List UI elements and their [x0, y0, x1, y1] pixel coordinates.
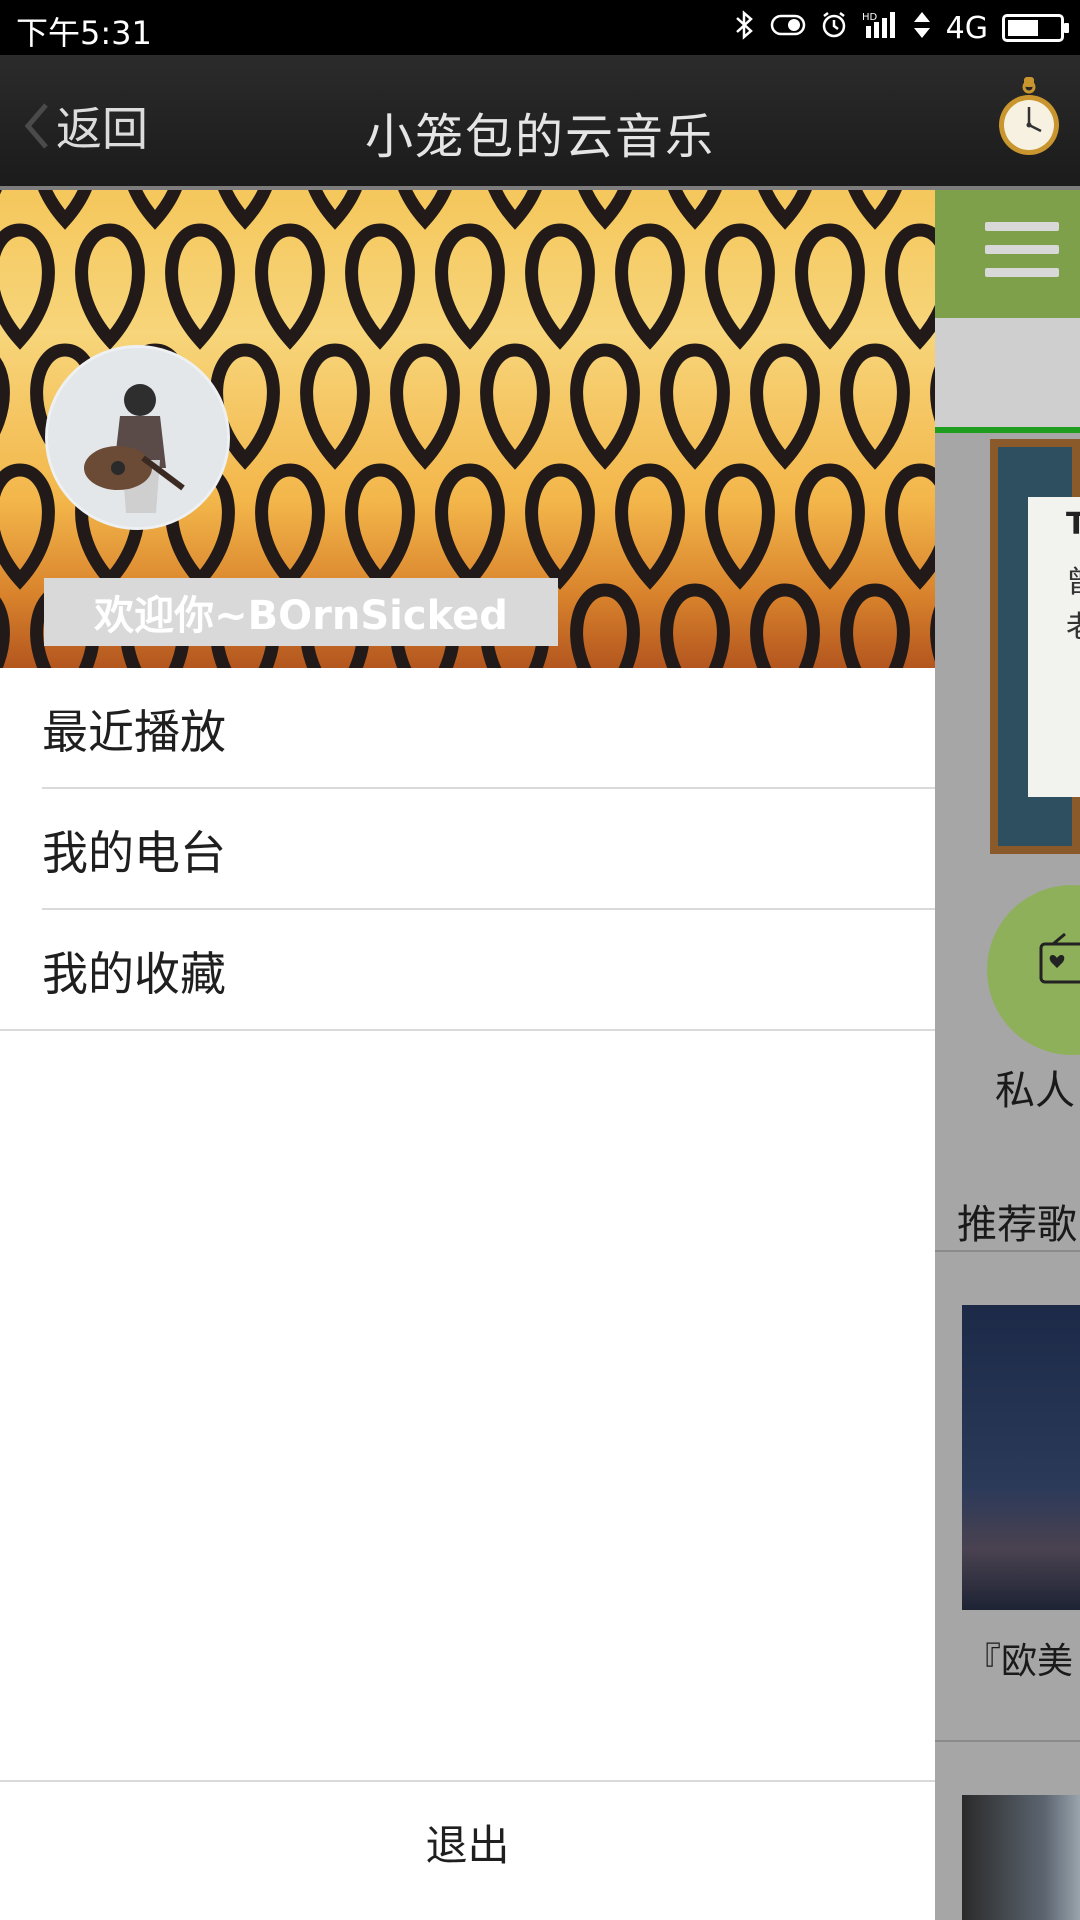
menu-item-my-favorites[interactable]: 我的收藏	[0, 910, 935, 1031]
status-bar: 下午5:31 HD 4G	[0, 0, 1080, 55]
page-title: 小笼包的云音乐	[364, 109, 715, 165]
section-title: 推荐歌	[957, 1202, 1077, 1248]
drawer-header-image: 欢迎你~BOrnSicked	[0, 190, 935, 668]
app-bar: 返回 小笼包的云音乐	[0, 55, 1080, 190]
divider	[935, 1740, 1080, 1742]
banner-text: T	[1066, 507, 1080, 542]
banner-text: 曾	[1066, 557, 1080, 601]
menu-item-my-radio[interactable]: 我的电台	[0, 789, 935, 910]
alarm-icon	[820, 10, 848, 47]
network-type: 4G	[945, 10, 988, 46]
pocket-watch-icon[interactable]	[996, 75, 1062, 159]
logout-button[interactable]: 退出	[0, 1812, 935, 1873]
radio-icon	[1035, 930, 1080, 990]
main-header	[935, 190, 1080, 318]
playlist-cover[interactable]	[962, 1795, 1080, 1920]
toggle-icon	[770, 12, 806, 45]
bluetooth-icon	[734, 9, 756, 47]
hamburger-menu-icon[interactable]	[985, 222, 1059, 284]
avatar[interactable]	[45, 345, 230, 530]
status-time: 下午5:31	[16, 14, 152, 52]
menu-item-recent-plays[interactable]: 最近播放	[0, 668, 935, 789]
hd-signal-icon: HD	[862, 10, 898, 47]
banner[interactable]: T 曾 老	[990, 439, 1080, 854]
svg-text:HD: HD	[862, 12, 878, 23]
radio-label: 私人	[995, 1068, 1075, 1114]
battery-icon	[1002, 14, 1069, 42]
main-content-peek[interactable]: T 曾 老 私人 推荐歌 『欧美	[935, 190, 1080, 1920]
drawer-menu: 最近播放 我的电台 我的收藏	[0, 668, 935, 1031]
data-arrows-icon	[912, 10, 932, 47]
divider	[935, 1250, 1080, 1252]
welcome-banner: 欢迎你~BOrnSicked	[44, 578, 558, 646]
playlist-cover[interactable]	[962, 1305, 1080, 1610]
banner-text: 老	[1066, 602, 1080, 646]
status-icons: HD 4G	[734, 8, 1069, 48]
side-drawer: 欢迎你~BOrnSicked 最近播放 我的电台 我的收藏 退出	[0, 190, 935, 1920]
logout-area: 退出	[0, 1780, 935, 1920]
tab-strip[interactable]	[935, 318, 1080, 433]
playlist-caption: 『欧美	[965, 1641, 1074, 1682]
